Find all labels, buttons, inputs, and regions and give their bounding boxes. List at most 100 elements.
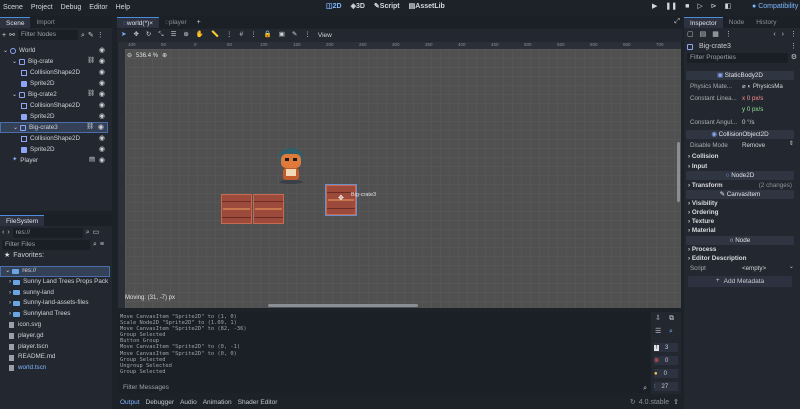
close-icon[interactable]: ×	[149, 20, 153, 28]
group-icon[interactable]: ▣	[279, 32, 285, 39]
group-visibility[interactable]: › Visibility	[688, 199, 794, 208]
folder-item[interactable]: › sunny-land	[0, 288, 110, 299]
add-metadata-button[interactable]: + Add Metadata	[688, 276, 792, 287]
visibility-icon[interactable]: ◉	[99, 67, 105, 78]
prop-value[interactable]: y 0 px/s	[742, 105, 794, 115]
file-item[interactable]: player.gd	[0, 331, 110, 342]
section-node[interactable]: ○ Node	[686, 236, 794, 245]
group-ordering[interactable]: › Ordering	[688, 208, 794, 217]
file-item[interactable]: player.tscn	[0, 342, 110, 353]
zoom-level[interactable]: 536.4 %	[136, 53, 158, 59]
chevron-down-icon[interactable]: ⌄	[12, 59, 17, 65]
chevron-down-icon[interactable]: ⌄	[5, 267, 10, 274]
prop-value[interactable]: ⌀ ◐ PhysicsMa	[742, 82, 794, 92]
tab-node[interactable]: Node	[723, 17, 751, 28]
visibility-icon[interactable]: ◉	[99, 111, 105, 122]
vertical-scrollbar[interactable]	[677, 142, 680, 202]
bottom-tab-audio[interactable]: Audio	[180, 399, 197, 406]
select-tool-icon[interactable]: ➤	[121, 32, 126, 39]
list-select-icon[interactable]: ☰	[171, 32, 177, 39]
pause-icon[interactable]: ❚❚	[665, 3, 677, 10]
chevron-down-icon[interactable]: ⌄	[12, 92, 17, 98]
workspace-2d[interactable]: ◫ 2D	[326, 3, 342, 10]
renderer-select[interactable]: ● Compatibility	[752, 3, 798, 10]
snap-options-icon[interactable]: ⋮	[250, 32, 257, 39]
clear-output-icon[interactable]: ⇩	[655, 315, 661, 322]
scene-tree-item[interactable]: CollisionShape2D ◉	[0, 100, 108, 111]
file-item[interactable]: README.md	[0, 352, 110, 363]
visibility-icon[interactable]: ◉	[99, 133, 105, 144]
search-icon[interactable]: ⌕	[669, 328, 673, 335]
workspace-3d[interactable]: ◈ 3D	[351, 3, 365, 10]
menu-icon[interactable]: ⋮	[97, 32, 104, 39]
menu-debug[interactable]: Debug	[61, 4, 82, 11]
group-transform[interactable]: › Transform (2 changes)	[688, 181, 794, 190]
smart-snap-icon[interactable]: ⋮	[226, 32, 233, 39]
search-icon[interactable]: ⌕	[86, 229, 90, 236]
scene-tab[interactable]: ◌ world(*) ×	[117, 16, 160, 28]
scene-tree-item[interactable]: Sprite2D ◉	[0, 78, 108, 89]
expand-panel-icon[interactable]: ⇧	[673, 399, 679, 406]
inspected-node-name[interactable]: Big-crate3	[699, 43, 787, 50]
prop-value[interactable]: 0 °/s	[742, 118, 794, 128]
prop-physics-material[interactable]: Physics Mate... ⌀ ◐ PhysicsMa	[690, 82, 794, 92]
link-icon[interactable]: ⚯	[9, 32, 15, 39]
prop-constant-linear-x[interactable]: Constant Linea... x 0 px/s	[690, 94, 794, 104]
scene-tree-item[interactable]: ⌄ Big-crate3 ⛓ ◉	[0, 122, 108, 133]
bottom-tab-shader-editor[interactable]: Shader Editor	[238, 399, 278, 406]
file-item[interactable]: icon.svg	[0, 320, 110, 331]
sort-icon[interactable]: ≡	[100, 241, 104, 248]
output-log[interactable]: Move CanvasItem "Sprite2D" to (1, 0) Scal…	[117, 312, 650, 382]
object-menu-icon[interactable]: ⋮	[790, 43, 797, 50]
scene-tree-item[interactable]: CollisionShape2D ◉	[0, 67, 108, 78]
bone-icon[interactable]: ✎	[292, 32, 297, 39]
ruler-tool-icon[interactable]: 📏	[211, 32, 219, 39]
visibility-icon[interactable]: ◉	[99, 78, 105, 89]
prop-value[interactable]: <empty>	[742, 264, 789, 274]
search-icon[interactable]: ⌕	[93, 241, 97, 248]
grid-snap-icon[interactable]: #	[240, 32, 244, 39]
section-staticbody2d[interactable]: ▣ StaticBody2D	[686, 71, 794, 80]
new-resource-icon[interactable]: ▢	[687, 31, 694, 38]
filter-nodes-input[interactable]: Filter Nodes	[17, 30, 78, 40]
section-node2d[interactable]: ○ Node2D	[686, 171, 794, 180]
prop-value[interactable]: Remove	[742, 141, 789, 151]
scene-tree-item[interactable]: ⌄ Big-crate ⛓ ◉	[0, 56, 108, 67]
scale-tool-icon[interactable]: ⤡	[158, 32, 163, 39]
play-icon[interactable]: ▶	[652, 3, 657, 10]
copy-icon[interactable]: ⧉	[669, 315, 674, 322]
pan-tool-icon[interactable]: ✋	[196, 32, 204, 39]
search-icon[interactable]: ⌕	[81, 32, 85, 39]
chevron-down-icon[interactable]: ⌄	[3, 48, 8, 54]
info-filter[interactable]: ⫶ 27	[654, 382, 678, 391]
save-icon[interactable]: ▦	[712, 31, 719, 38]
settings-icon[interactable]: ⚙	[791, 54, 797, 61]
scene-tree-item[interactable]: Sprite2D ◉	[0, 111, 108, 122]
prop-constant-angular[interactable]: Constant Angul... 0 °/s	[690, 118, 794, 128]
filter-messages-input[interactable]: Filter Messages	[120, 383, 644, 393]
scene-tab[interactable]: ◌ player	[159, 17, 193, 28]
bottom-tab-output[interactable]: Output	[120, 399, 140, 406]
big-crate[interactable]	[221, 194, 252, 224]
group-icon[interactable]: ⛓	[87, 91, 95, 98]
folder-item[interactable]: › Sunnyland Trees	[0, 309, 110, 320]
add-tab-icon[interactable]: +	[197, 19, 201, 26]
path-field[interactable]: res://	[12, 227, 83, 238]
forward-icon[interactable]: ›	[7, 229, 9, 236]
group-editor-description[interactable]: › Editor Description	[688, 254, 794, 263]
menu-project[interactable]: Project	[31, 4, 53, 11]
menu-scene[interactable]: Scene	[3, 4, 23, 11]
chevron-right-icon[interactable]: ›	[9, 289, 11, 296]
errors-filter[interactable]: ⊗ 0	[654, 356, 678, 365]
bottom-tab-debugger[interactable]: Debugger	[146, 399, 175, 406]
folder-item[interactable]: › Sunny-land-assets-files	[0, 298, 110, 309]
folder-item[interactable]: › Sunny Land Trees Props Pack	[0, 277, 110, 288]
view-menu[interactable]: View	[318, 32, 332, 39]
visibility-icon[interactable]: ◉	[99, 89, 105, 100]
zoom-in-icon[interactable]: ⊕	[162, 53, 167, 59]
history-icon[interactable]: ⋮	[790, 31, 797, 38]
section-canvasitem[interactable]: ✎ CanvasItem	[686, 190, 794, 199]
lock-icon[interactable]: 🔒	[264, 32, 272, 39]
movie-icon[interactable]: ◧	[725, 3, 732, 10]
visibility-icon[interactable]: ◉	[99, 155, 105, 166]
